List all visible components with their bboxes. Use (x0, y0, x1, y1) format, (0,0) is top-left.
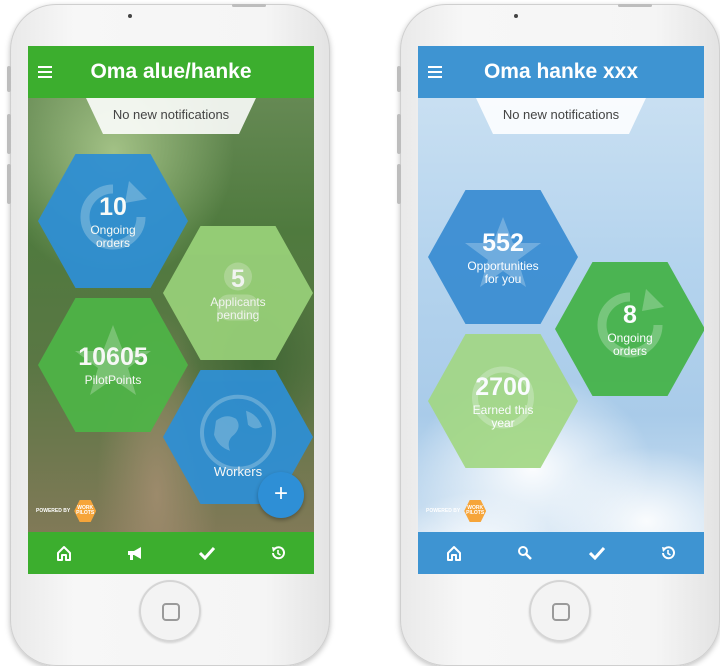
volume-up-button (7, 114, 11, 154)
menu-icon[interactable] (428, 66, 442, 78)
add-button[interactable]: + (258, 472, 304, 518)
pilotpoints-count: 10605 (78, 343, 148, 371)
opportunities-count: 552 (482, 228, 524, 257)
ongoing-count: 8 (623, 300, 637, 329)
workpilots-logo: POWERED BY WORK PILOTS (36, 500, 97, 522)
volume-switch (7, 66, 11, 92)
logo-badge: WORK PILOTS (464, 500, 487, 522)
globe-icon (200, 394, 276, 471)
page-title: Oma alue/hanke (90, 60, 252, 83)
applicants-label: Applicants pending (210, 294, 266, 322)
home-icon[interactable] (53, 542, 75, 564)
app-header: Oma alue/hanke (28, 46, 314, 98)
ongoing-label: Ongoing orders (607, 330, 653, 358)
applicants-count: 5 (231, 264, 245, 293)
notification-banner[interactable]: No new notifications (476, 98, 646, 134)
app-header: Oma hanke xxx (418, 46, 704, 98)
home-icon[interactable] (443, 542, 465, 564)
page-title: Oma hanke xxx (483, 60, 639, 83)
tile-pilotpoints[interactable]: 10605 PilotPoints (38, 298, 188, 432)
logo-small-text: POWERED BY (426, 508, 461, 514)
earned-amount: 2700 (475, 372, 531, 401)
workers-label: Workers (213, 464, 263, 479)
camera-dot (128, 14, 132, 18)
camera-dot (514, 14, 518, 18)
search-icon[interactable] (514, 542, 536, 564)
check-icon[interactable] (196, 542, 218, 564)
volume-down-button (7, 164, 11, 204)
tile-applicants-pending[interactable]: 5 Applicants pending (163, 226, 313, 360)
bottom-nav (418, 532, 704, 574)
notification-banner[interactable]: No new notifications (86, 98, 256, 134)
history-icon[interactable] (657, 542, 679, 564)
app-screen: Oma hanke xxx No new notifications 552 O… (418, 46, 704, 574)
logo-small-text: POWERED BY (36, 508, 71, 514)
volume-up-button (397, 114, 401, 154)
phone-left: Oma alue/hanke No new notifications 10 O… (7, 4, 330, 666)
earned-label: Earned this year (472, 402, 534, 430)
ongoing-label: Ongoing orders (90, 222, 136, 250)
home-hardware-button[interactable] (529, 580, 591, 642)
home-hardware-button[interactable] (139, 580, 201, 642)
history-icon[interactable] (267, 542, 289, 564)
megaphone-icon[interactable] (124, 542, 146, 564)
power-button (618, 4, 652, 7)
pilotpoints-label: PilotPoints (84, 373, 142, 387)
volume-switch (397, 66, 401, 92)
tile-ongoing-orders[interactable]: 8 Ongoing orders (555, 262, 704, 396)
app-screen: Oma alue/hanke No new notifications 10 O… (28, 46, 314, 574)
ongoing-count: 10 (99, 192, 127, 221)
logo-badge: WORK PILOTS (74, 500, 97, 522)
tile-ongoing-orders[interactable]: 10 Ongoing orders (38, 154, 188, 288)
power-button (232, 4, 266, 7)
menu-icon[interactable] (38, 66, 52, 78)
tile-earned[interactable]: 2700 Earned this year (428, 334, 578, 468)
opportunities-label: Opportunities for you (467, 258, 539, 286)
volume-down-button (397, 164, 401, 204)
tile-opportunities[interactable]: 552 Opportunities for you (428, 190, 578, 324)
phone-right: Oma hanke xxx No new notifications 552 O… (397, 4, 720, 666)
bottom-nav (28, 532, 314, 574)
check-icon[interactable] (586, 542, 608, 564)
workpilots-logo: POWERED BY WORK PILOTS (426, 500, 487, 522)
